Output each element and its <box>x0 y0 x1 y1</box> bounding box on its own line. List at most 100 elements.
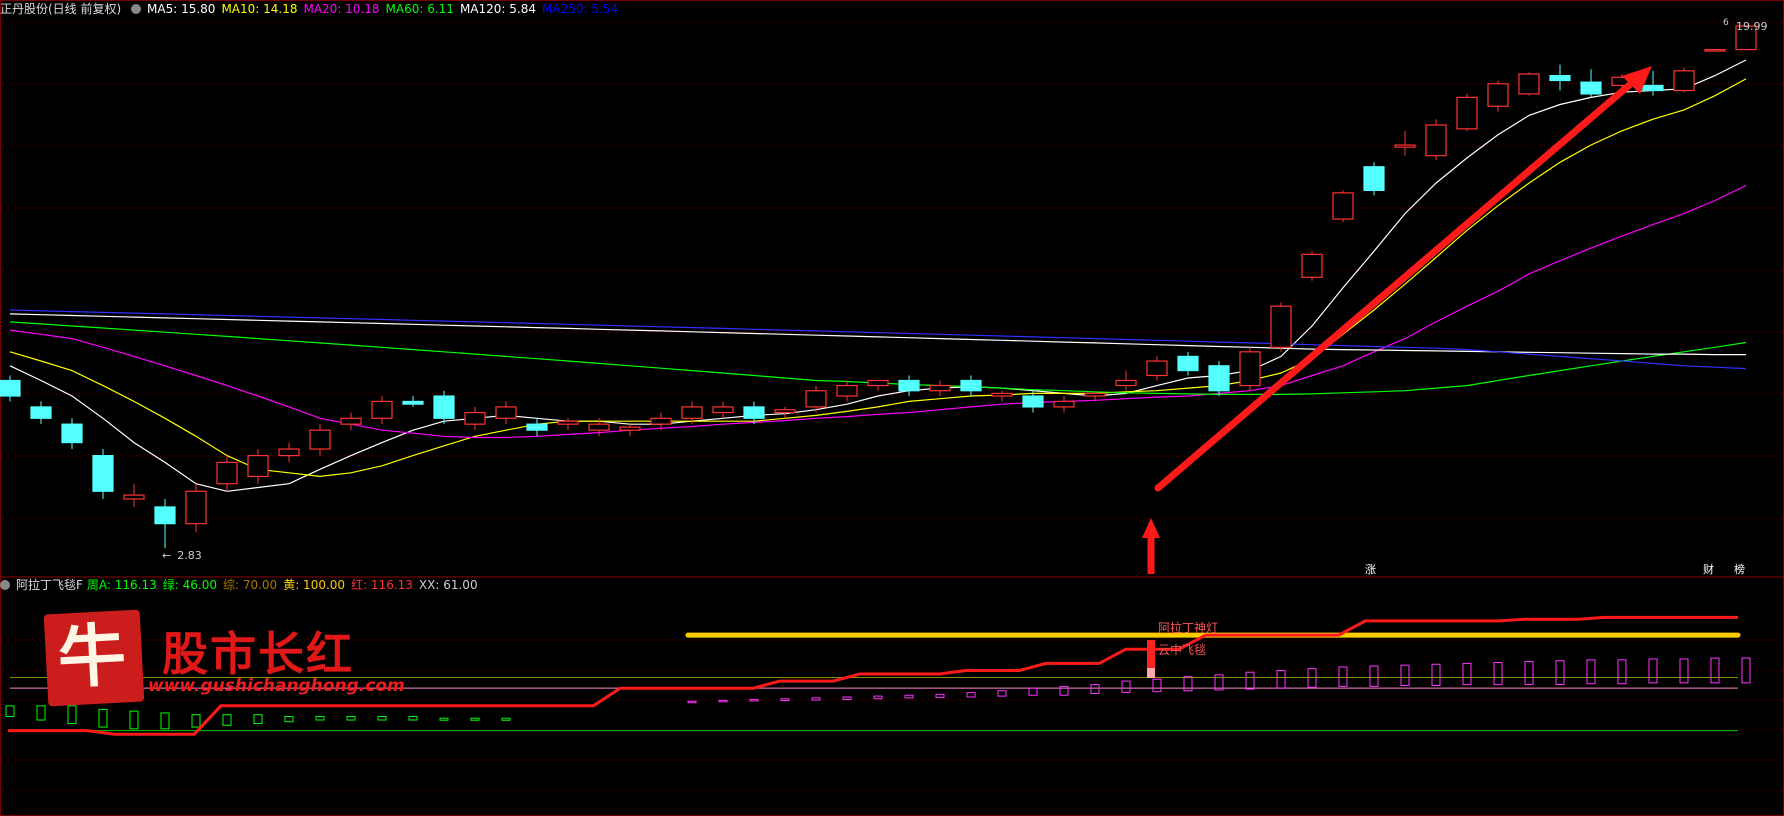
candle-body-7 <box>216 461 238 485</box>
candle-body-24 <box>743 406 765 419</box>
candle-body-16 <box>495 406 517 419</box>
candle-body-13 <box>402 400 424 405</box>
magenta-bar-50 <box>1555 660 1565 686</box>
candle-body-0 <box>0 379 21 397</box>
magenta-bar-45 <box>1400 664 1410 687</box>
high-price-label: 19.99 <box>1736 20 1768 33</box>
ma-line-ma120 <box>9 313 1746 356</box>
signal-bar-lamp <box>1147 640 1155 668</box>
ma-legend-item-3: MA60: 6.11 <box>385 2 454 16</box>
candle-body-47 <box>1456 96 1478 130</box>
green-bar-9 <box>284 715 294 723</box>
signal-label-carpet: 云中飞毯 <box>1158 643 1207 657</box>
candle-body-8 <box>247 455 269 478</box>
trend-arrow-shaft <box>1154 72 1644 492</box>
green-bar-3 <box>98 708 108 728</box>
candle-body-2 <box>61 423 83 444</box>
green-bar-7 <box>222 714 232 726</box>
magenta-bar-40 <box>1245 671 1255 690</box>
candle-body-12 <box>371 400 393 419</box>
magenta-bar-29 <box>904 694 914 699</box>
ma-legend-item-4: MA120: 5.84 <box>459 2 536 16</box>
settings-circle-icon[interactable] <box>131 4 142 14</box>
candle-body-30 <box>929 384 951 392</box>
candle-body-34 <box>1053 400 1075 408</box>
candle-body-31 <box>960 379 982 392</box>
settings-circle-icon[interactable] <box>0 580 10 590</box>
green-bar-15 <box>470 717 480 721</box>
signal-arrow-head <box>1142 518 1160 538</box>
candle-body-5 <box>154 506 176 525</box>
logo-char: 牛 <box>55 615 129 699</box>
candle-body-37 <box>1146 360 1168 377</box>
ma-legend: MA5: 15.80 MA10: 14.18 MA20: 10.18 MA60: 6.… <box>147 2 624 16</box>
magenta-bar-31 <box>966 692 976 698</box>
indicator-legend-item-2: 综: 70.00 <box>222 578 278 592</box>
signal-label-lamp: 阿拉丁神灯 <box>1158 621 1219 635</box>
candle-body-54 <box>1673 70 1695 92</box>
brand-logo: 牛 <box>43 609 145 707</box>
magenta-bar-30 <box>935 693 945 698</box>
indicator-legend-item-3: 黄: 100.00 <box>283 578 346 592</box>
candle-body-46 <box>1425 124 1447 157</box>
candle-body-11 <box>340 417 362 425</box>
magenta-bar-44 <box>1369 665 1379 687</box>
limit-up-badge[interactable]: 涨 <box>1364 563 1377 576</box>
magenta-bar-38 <box>1183 676 1193 692</box>
candle-body-39 <box>1208 365 1230 392</box>
high-marker: 6 <box>1723 18 1729 28</box>
magenta-bar-37 <box>1152 678 1162 693</box>
indicator-header: 阿拉丁飞毯F 周A: 116.13 绿: 46.00 综: 70.00 黄: 100.0… <box>0 578 490 592</box>
candle-body-50 <box>1549 75 1571 82</box>
green-bar-10 <box>315 715 325 721</box>
candle-body-28 <box>867 379 889 387</box>
candle-body-36 <box>1115 379 1137 387</box>
candle-body-43 <box>1332 192 1354 220</box>
candle-body-23 <box>712 406 734 414</box>
green-bar-0 <box>5 705 15 717</box>
indicator-legend: 周A: 116.13 绿: 46.00 综: 70.00 黄: 100.00 红: 11… <box>87 578 484 592</box>
brand-title: 股市长红 <box>162 627 354 681</box>
green-bar-5 <box>160 712 170 730</box>
ranking-badge[interactable]: 榜 <box>1733 563 1746 576</box>
magenta-bar-23 <box>718 699 728 703</box>
candle-body-3 <box>92 455 114 492</box>
magenta-bar-54 <box>1679 658 1689 684</box>
candle-body-44 <box>1363 166 1385 191</box>
green-bar-2 <box>67 705 77 725</box>
candle-body-55 <box>1704 48 1726 52</box>
candle-body-17 <box>526 423 548 431</box>
candle-body-53 <box>1642 84 1664 92</box>
indicator-legend-item-0: 周A: 116.13 <box>86 578 157 592</box>
magenta-bar-35 <box>1090 684 1100 694</box>
green-bar-4 <box>129 710 139 730</box>
arrow-left-icon: ← <box>162 549 172 562</box>
magenta-bar-51 <box>1586 659 1596 685</box>
brand-url: www.gushichanghong.com <box>148 676 405 696</box>
indicator-legend-item-5: XX: 61.00 <box>418 578 478 592</box>
green-bar-12 <box>377 715 387 721</box>
finance-badge[interactable]: 财 <box>1702 563 1715 576</box>
magenta-bar-22 <box>687 700 697 704</box>
magenta-bar-48 <box>1493 662 1503 686</box>
magenta-bar-49 <box>1524 661 1534 686</box>
green-bar-16 <box>501 717 511 721</box>
magenta-bar-47 <box>1462 662 1472 686</box>
candle-body-49 <box>1518 73 1540 95</box>
candle-body-18 <box>557 420 579 425</box>
candle-body-6 <box>185 490 207 525</box>
magenta-bar-27 <box>842 696 852 700</box>
magenta-bar-32 <box>997 690 1007 697</box>
candle-body-33 <box>1022 395 1044 408</box>
candle-body-22 <box>681 406 703 419</box>
indicator-title: 阿拉丁飞毯F <box>16 578 83 592</box>
candle-body-14 <box>433 395 455 419</box>
candle-body-48 <box>1487 83 1509 107</box>
green-bar-13 <box>408 715 418 721</box>
candle-body-15 <box>464 411 486 425</box>
ma-line-ma5 <box>9 59 1747 492</box>
magenta-bar-46 <box>1431 663 1441 686</box>
candle-body-25 <box>774 409 796 414</box>
signal-bar-carpet <box>1147 668 1155 678</box>
magenta-bar-36 <box>1121 680 1131 694</box>
